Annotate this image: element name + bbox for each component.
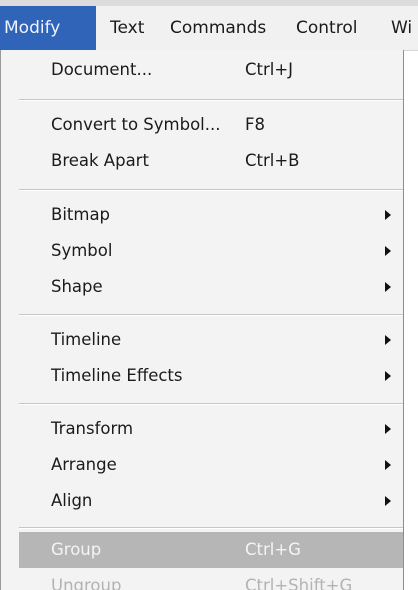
menu-item-timeline-effects[interactable]: Timeline Effects (19, 358, 403, 394)
menu-item-arrange[interactable]: Arrange (19, 447, 403, 483)
menu-separator (19, 403, 403, 405)
menu-item-group[interactable]: Group Ctrl+G (19, 532, 403, 568)
menu-item-document[interactable]: Document... Ctrl+J (19, 52, 403, 88)
menu-separator (19, 527, 403, 529)
submenu-arrow-icon (385, 424, 391, 434)
menu-bar: Modify Text Commands Control Wi (0, 6, 418, 51)
menu-item-ungroup: Ungroup Ctrl+Shift+G (19, 568, 403, 590)
menu-item-label: Group (51, 540, 102, 559)
menu-item-shortcut: Ctrl+J (245, 60, 294, 79)
submenu-arrow-icon (385, 282, 391, 292)
menu-item-label: Shape (51, 277, 103, 296)
menu-item-label: Transform (51, 419, 134, 438)
menu-item-timeline[interactable]: Timeline (19, 322, 403, 358)
submenu-arrow-icon (385, 371, 391, 381)
menu-item-label: Document... (51, 60, 153, 79)
menu-item-label: Convert to Symbol... (51, 115, 221, 134)
menu-item-label: Timeline (51, 330, 122, 349)
menu-item-bitmap[interactable]: Bitmap (19, 197, 403, 233)
menu-item-shape[interactable]: Shape (19, 269, 403, 305)
menu-item-label: Timeline Effects (51, 366, 183, 385)
menu-item-convert-to-symbol[interactable]: Convert to Symbol... F8 (19, 107, 403, 143)
menu-item-shortcut: Ctrl+Shift+G (245, 576, 353, 590)
menu-item-label: Break Apart (51, 151, 149, 170)
menu-item-label: Align (51, 491, 93, 510)
submenu-arrow-icon (385, 246, 391, 256)
screen: Modify Text Commands Control Wi Document… (0, 0, 418, 590)
menu-item-break-apart[interactable]: Break Apart Ctrl+B (19, 143, 403, 179)
menu-item-transform[interactable]: Transform (19, 411, 403, 447)
menu-item-symbol[interactable]: Symbol (19, 233, 403, 269)
menu-separator (19, 189, 403, 191)
menubar-item-modify[interactable]: Modify (0, 6, 96, 50)
menu-item-label: Ungroup (51, 576, 122, 590)
menu-item-label: Arrange (51, 455, 117, 474)
menu-separator (19, 99, 403, 101)
menubar-item-commands[interactable]: Commands (170, 6, 266, 50)
menu-item-align[interactable]: Align (19, 483, 403, 519)
submenu-arrow-icon (385, 210, 391, 220)
menu-item-shortcut: F8 (245, 115, 265, 134)
menu-item-label: Symbol (51, 241, 113, 260)
submenu-arrow-icon (385, 460, 391, 470)
menubar-item-text[interactable]: Text (110, 6, 144, 50)
menu-item-shortcut: Ctrl+G (245, 540, 301, 559)
menu-separator (19, 314, 403, 316)
modify-dropdown-menu: Document... Ctrl+J Convert to Symbol... … (0, 50, 404, 590)
menu-item-shortcut: Ctrl+B (245, 151, 300, 170)
submenu-arrow-icon (385, 496, 391, 506)
menubar-item-window[interactable]: Wi (391, 6, 412, 50)
menu-item-label: Bitmap (51, 205, 111, 224)
submenu-arrow-icon (385, 335, 391, 345)
menubar-item-control[interactable]: Control (296, 6, 357, 50)
